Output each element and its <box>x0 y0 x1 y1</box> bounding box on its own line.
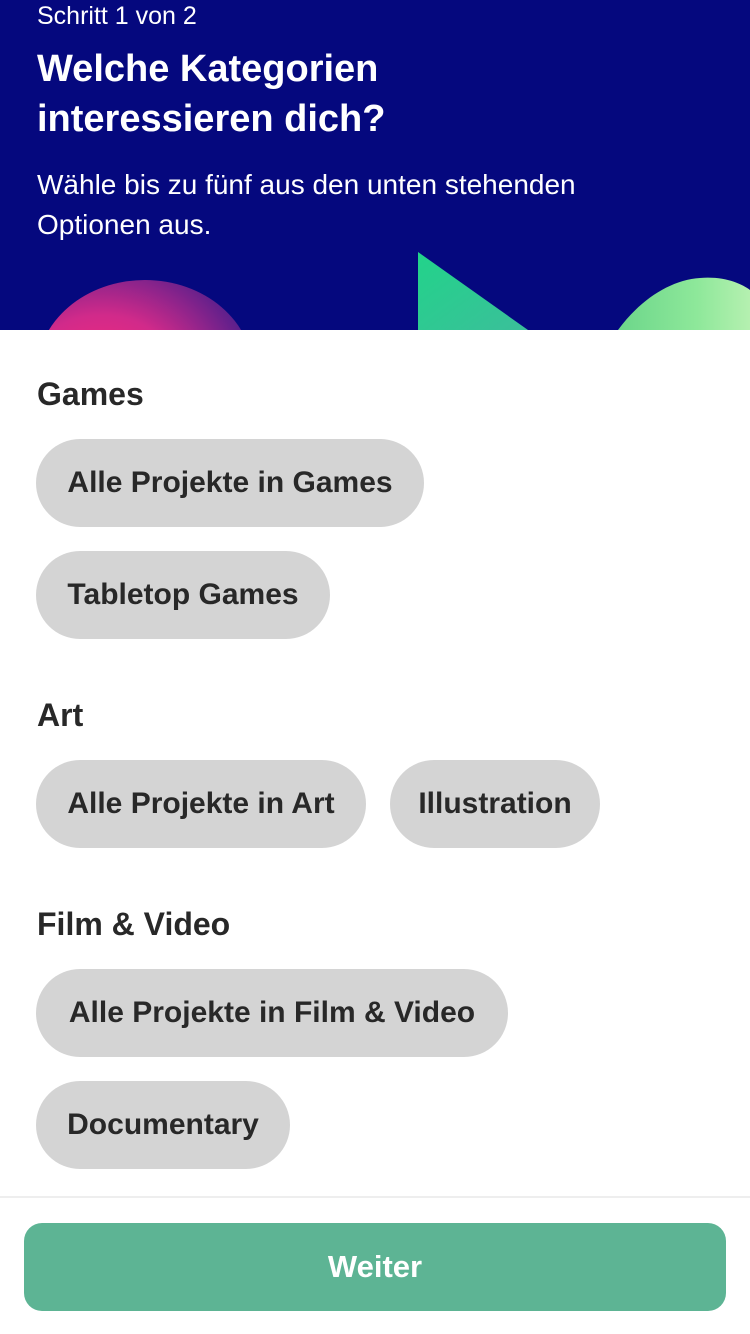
section-title-games: Games <box>37 376 144 412</box>
next-button[interactable]: Weiter <box>24 1223 726 1311</box>
category-list: Games Alle Projekte in Games Tabletop Ga… <box>0 330 750 1196</box>
chip-illustration[interactable]: Illustration <box>390 760 600 848</box>
header-banner: Schritt 1 von 2 Welche Kategorien intere… <box>0 0 750 330</box>
page-title: Welche Kategorien interessieren dich? <box>37 48 386 140</box>
chip-all-games[interactable]: Alle Projekte in Games <box>36 439 424 527</box>
chip-tabletop-games[interactable]: Tabletop Games <box>36 551 330 639</box>
chip-documentary[interactable]: Documentary <box>36 1081 290 1169</box>
footer-bar: Weiter <box>0 1196 750 1334</box>
page-subtitle: Wähle bis zu fünf aus den unten stehende… <box>37 169 576 240</box>
category-selection-screen: Schritt 1 von 2 Welche Kategorien intere… <box>0 0 750 1334</box>
section-title-art: Art <box>37 697 84 733</box>
chip-all-film-video[interactable]: Alle Projekte in Film & Video <box>36 969 508 1057</box>
chip-all-art[interactable]: Alle Projekte in Art <box>36 760 366 848</box>
step-indicator: Schritt 1 von 2 <box>37 2 197 30</box>
section-title-film-video: Film & Video <box>37 906 231 942</box>
